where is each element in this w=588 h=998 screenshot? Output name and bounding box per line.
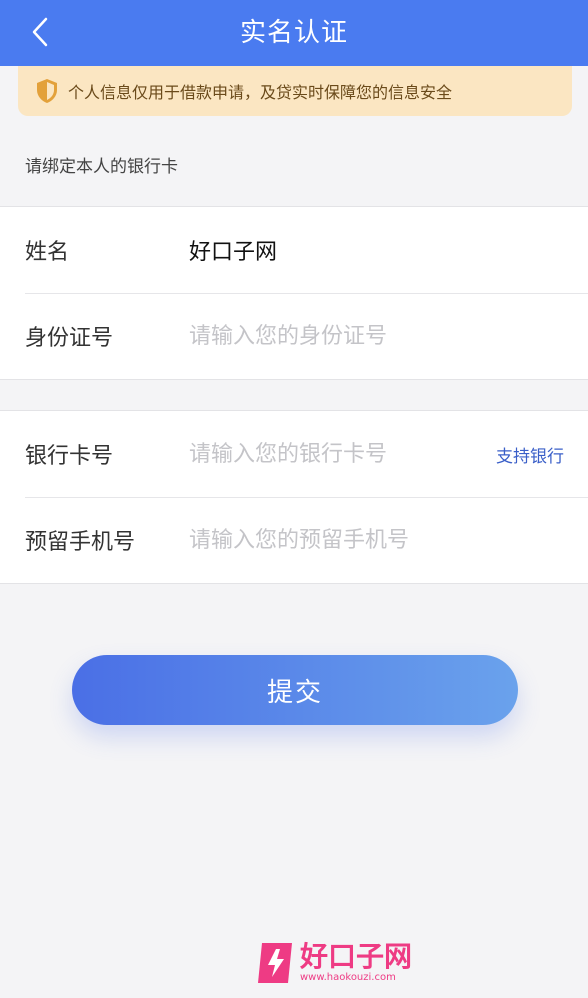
- id-number-input[interactable]: [189, 323, 469, 349]
- name-label: 姓名: [25, 240, 70, 265]
- security-notice: 个人信息仅用于借款申请，及贷实时保障您的信息安全: [18, 66, 572, 116]
- phone-input[interactable]: [189, 527, 469, 553]
- app-header: 实名认证: [0, 0, 588, 66]
- identity-group: 姓名 好口子网 身份证号: [0, 206, 588, 380]
- watermark-name: 好口子网: [300, 940, 413, 973]
- shield-icon: [37, 79, 57, 103]
- supported-banks-link[interactable]: 支持银行: [496, 442, 564, 467]
- watermark-url: www.haokouzi.com: [300, 972, 396, 983]
- bank-card-row: 银行卡号 支持银行: [0, 411, 588, 497]
- brand-logo-icon: [258, 943, 292, 983]
- phone-label: 预留手机号: [25, 530, 136, 555]
- id-number-row: 身份证号: [0, 293, 588, 379]
- watermark: 好口子网 www.haokouzi.com: [256, 940, 412, 986]
- submit-button[interactable]: 提交: [72, 655, 518, 725]
- bank-card-input[interactable]: [189, 441, 469, 467]
- page-title: 实名认证: [239, 18, 348, 48]
- id-number-label: 身份证号: [25, 326, 114, 351]
- name-row: 姓名 好口子网: [0, 207, 588, 293]
- bank-card-label: 银行卡号: [25, 444, 114, 469]
- bank-group: 银行卡号 支持银行 预留手机号: [0, 410, 588, 584]
- security-notice-text: 个人信息仅用于借款申请，及贷实时保障您的信息安全: [68, 83, 453, 102]
- name-value: 好口子网: [189, 240, 278, 265]
- bind-card-hint: 请绑定本人的银行卡: [25, 157, 178, 177]
- phone-row: 预留手机号: [0, 497, 588, 583]
